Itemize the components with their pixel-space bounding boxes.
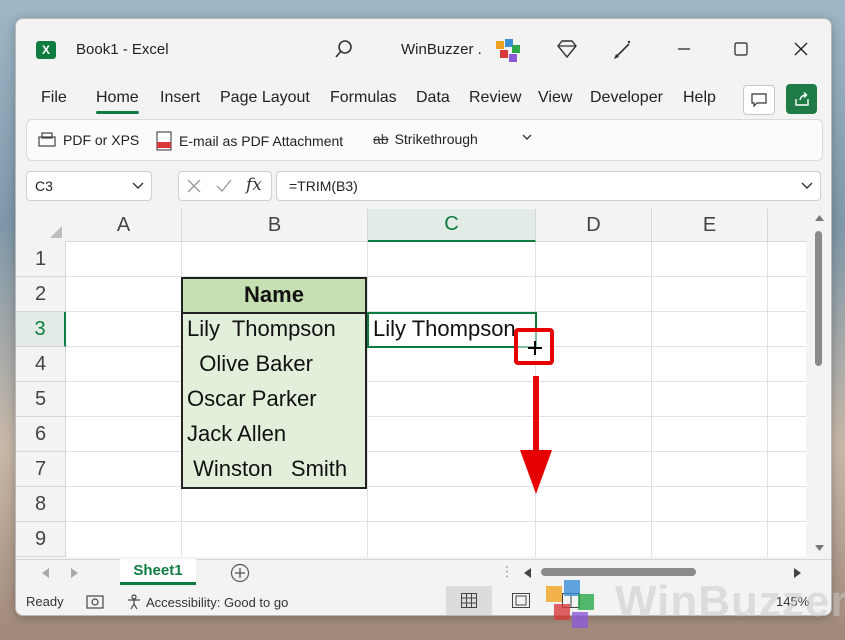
gridline [66, 381, 806, 382]
column-header-f[interactable] [768, 209, 806, 242]
active-cell-selection[interactable] [367, 312, 537, 348]
account-avatar-icon[interactable] [492, 37, 522, 65]
tab-help[interactable]: Help [683, 89, 716, 107]
worksheet-grid[interactable]: A B C D E 1 2 3 4 5 6 7 8 9 Name Lily Th… [16, 209, 806, 557]
row-header-9[interactable]: 9 [16, 522, 66, 557]
vertical-scrollbar[interactable] [812, 209, 826, 557]
prev-sheet-icon[interactable] [42, 568, 50, 578]
horizontal-scroll-thumb[interactable] [541, 568, 696, 576]
close-button[interactable] [789, 37, 813, 61]
tab-page-layout[interactable]: Page Layout [220, 89, 310, 107]
watermark-text: WinBuzzer [615, 577, 845, 626]
tab-developer[interactable]: Developer [590, 89, 663, 107]
row-header-5[interactable]: 5 [16, 382, 66, 417]
add-sheet-icon[interactable] [230, 563, 250, 583]
gridline [651, 242, 652, 557]
column-header-e[interactable]: E [652, 209, 768, 242]
column-header-a[interactable]: A [66, 209, 182, 242]
pdf-icon [38, 132, 56, 147]
window-title: Book1 - Excel [76, 41, 169, 58]
pdf-attachment-icon [156, 131, 172, 151]
ribbon-tabs: File Home Insert Page Layout Formulas Da… [16, 83, 831, 117]
title-bar: X Book1 - Excel WinBuzzer . [16, 19, 831, 79]
column-header-c[interactable]: C [368, 209, 536, 242]
strikethrough-icon: ab [373, 131, 389, 147]
formula-controls: fx [178, 171, 272, 201]
accessibility-icon [128, 594, 140, 610]
select-all-corner[interactable] [16, 209, 66, 242]
account-name[interactable]: WinBuzzer . [401, 41, 482, 58]
row-header-3[interactable]: 3 [16, 312, 66, 347]
winbuzzer-logo-icon [546, 580, 594, 628]
scroll-up-icon[interactable] [815, 215, 824, 221]
excel-window: X Book1 - Excel WinBuzzer . File Home In… [15, 18, 832, 616]
customize-toolbar-chevron-icon[interactable] [521, 131, 533, 143]
strikethrough-button[interactable]: ab Strikethrough [373, 131, 478, 147]
gridline [66, 521, 806, 522]
scroll-left-icon[interactable] [524, 568, 531, 578]
macro-record-icon[interactable] [86, 594, 104, 610]
row-header-6[interactable]: 6 [16, 417, 66, 452]
search-icon[interactable] [334, 39, 354, 64]
row-header-7[interactable]: 7 [16, 452, 66, 487]
chevron-down-icon [132, 182, 144, 189]
confirm-check-icon[interactable] [216, 179, 232, 193]
pdf-xps-button[interactable]: PDF or XPS [37, 131, 139, 149]
gridline [367, 242, 368, 557]
row-header-2[interactable]: 2 [16, 277, 66, 312]
page-layout-view-icon[interactable] [512, 593, 530, 608]
maximize-button[interactable] [729, 37, 753, 61]
pen-icon[interactable] [612, 39, 634, 66]
column-header-d[interactable]: D [536, 209, 652, 242]
gridline [66, 416, 806, 417]
accessibility-status[interactable]: Accessibility: Good to go [126, 594, 288, 610]
normal-view-button[interactable] [446, 586, 492, 615]
minimize-button[interactable] [672, 37, 696, 61]
row-header-8[interactable]: 8 [16, 487, 66, 522]
tab-view[interactable]: View [538, 89, 572, 107]
vertical-scroll-thumb[interactable] [815, 231, 822, 366]
tab-file[interactable]: File [41, 89, 67, 107]
column-header-b[interactable]: B [182, 209, 368, 242]
arrow-head-icon [520, 450, 552, 494]
name-box[interactable]: C3 [26, 171, 152, 201]
row-header-1[interactable]: 1 [16, 242, 66, 277]
quick-access-toolbar: PDF or XPS E-mail as PDF Attachment ab S… [26, 119, 823, 161]
row-header-4[interactable]: 4 [16, 347, 66, 382]
tab-data[interactable]: Data [416, 89, 450, 107]
tab-home[interactable]: Home [96, 89, 139, 114]
grid-view-icon [461, 593, 477, 608]
tab-insert[interactable]: Insert [160, 89, 200, 107]
gridline [767, 242, 768, 557]
crosshair-cursor-icon [528, 341, 542, 355]
drag-down-arrow [533, 376, 539, 456]
cancel-x-icon[interactable] [187, 179, 201, 193]
insert-function-icon[interactable]: fx [246, 175, 262, 195]
comments-button[interactable] [743, 85, 775, 115]
excel-logo-icon: X [36, 41, 56, 59]
tab-formulas[interactable]: Formulas [330, 89, 397, 107]
tab-split-handle-icon[interactable]: ⋮ [500, 563, 514, 580]
table-outline [181, 277, 367, 489]
fill-handle-highlight [514, 328, 554, 365]
expand-formula-chevron-icon[interactable] [800, 178, 814, 192]
status-ready: Ready [26, 594, 64, 609]
scroll-down-icon[interactable] [815, 545, 824, 551]
share-button[interactable] [786, 84, 817, 114]
email-pdf-button[interactable]: E-mail as PDF Attachment [155, 131, 343, 151]
sheet-tab-sheet1[interactable]: Sheet1 [120, 559, 196, 585]
gridline [66, 276, 806, 277]
tab-review[interactable]: Review [469, 89, 521, 107]
formula-bar[interactable]: =TRIM(B3) [276, 171, 821, 201]
gridline [66, 451, 806, 452]
next-sheet-icon[interactable] [70, 568, 78, 578]
diamond-icon[interactable] [556, 39, 578, 64]
gridline [66, 486, 806, 487]
